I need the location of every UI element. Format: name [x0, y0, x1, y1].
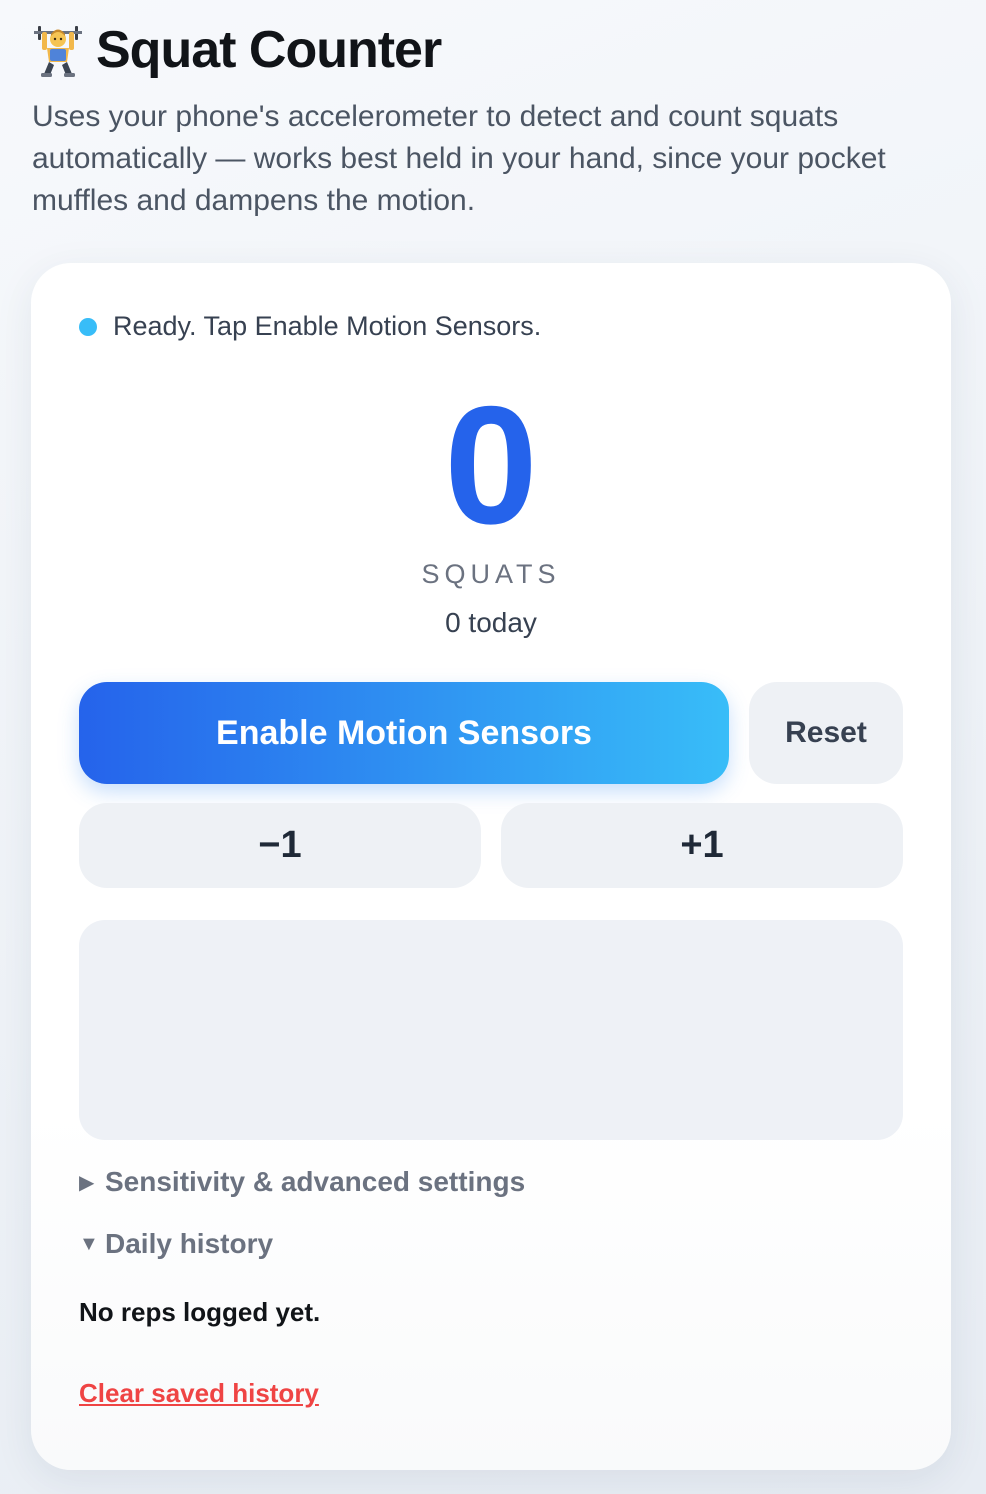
- header: Squat Counter Uses your phone's accelero…: [32, 18, 932, 222]
- reset-button[interactable]: Reset: [749, 682, 903, 784]
- history-empty-text: No reps logged yet.: [79, 1297, 321, 1327]
- title-row: Squat Counter: [32, 18, 932, 82]
- intro-text: Uses your phone's accelerometer to detec…: [32, 100, 886, 217]
- settings-disclosure[interactable]: ▶ Sensitivity & advanced settings: [79, 1166, 525, 1198]
- clear-history-link[interactable]: Clear saved history: [79, 1378, 319, 1409]
- squat-count-label: SQUATS: [421, 559, 561, 589]
- increment-button[interactable]: +1: [501, 803, 903, 888]
- triangle-right-icon: ▶: [79, 1171, 95, 1194]
- status-text: Ready. Tap Enable Motion Sensors.: [113, 311, 542, 341]
- decrement-button[interactable]: −1: [79, 803, 481, 888]
- status-dot-icon: [79, 317, 97, 336]
- enable-motion-sensors-button[interactable]: Enable Motion Sensors: [79, 682, 729, 784]
- motion-graph-area: [79, 920, 903, 1140]
- settings-summary-label: Sensitivity & advanced settings: [105, 1166, 526, 1197]
- triangle-down-icon: ▼: [79, 1232, 99, 1255]
- page-title: Squat Counter: [96, 21, 442, 79]
- today-count: 0 today: [445, 607, 537, 638]
- status-row: Ready. Tap Enable Motion Sensors.: [79, 311, 541, 342]
- counter-card: Ready. Tap Enable Motion Sensors. 0 SQUA…: [31, 263, 951, 1470]
- weightlifter-icon: [34, 26, 82, 77]
- history-disclosure[interactable]: ▼ Daily history: [79, 1228, 273, 1260]
- history-summary-label: Daily history: [105, 1228, 274, 1259]
- squat-count: 0: [444, 371, 538, 559]
